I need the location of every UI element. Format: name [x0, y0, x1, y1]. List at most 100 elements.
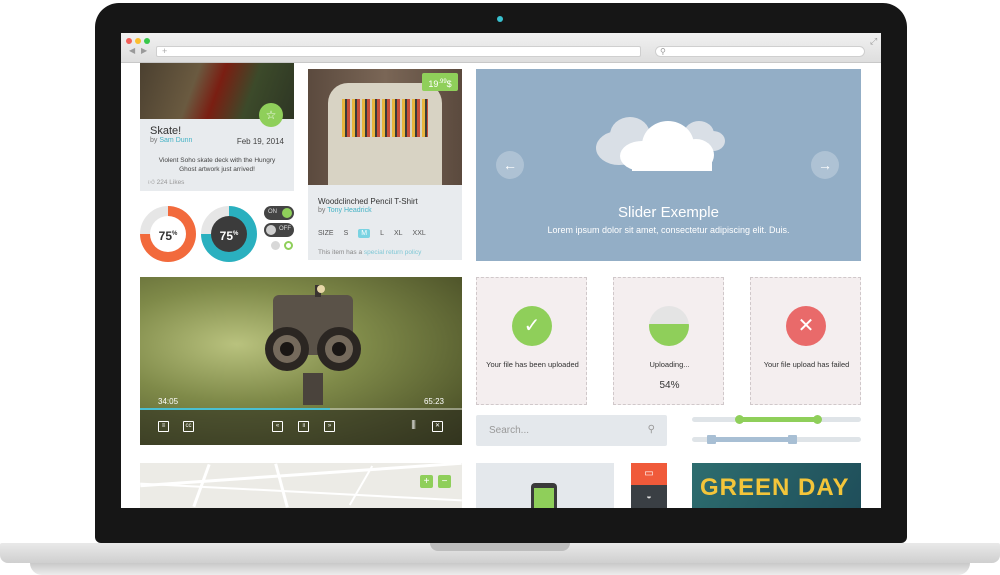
progress-donut-orange: 75%	[140, 206, 196, 262]
laptop-notch	[430, 543, 570, 551]
upload-percent: 54%	[659, 380, 680, 391]
size-option-xl[interactable]: XL	[394, 230, 403, 237]
back-arrow-icon[interactable]: ◀	[129, 46, 135, 55]
upload-progress-icon	[649, 306, 689, 346]
size-option-l[interactable]: L	[380, 230, 384, 237]
pencil-print	[342, 99, 428, 137]
map-zoom-out-button[interactable]: −	[438, 475, 451, 488]
fast-forward-icon[interactable]: »	[324, 421, 335, 432]
album-title: GREEN DAY	[700, 474, 850, 501]
card-title: Skate!	[150, 125, 182, 137]
author-link[interactable]: Sam Dunn	[159, 137, 192, 144]
fullscreen-icon[interactable]: ⤢	[870, 36, 877, 47]
browser-toolbar: ◀ ▶ + ⚲ ⤢	[121, 33, 881, 63]
phone-screen	[534, 488, 554, 508]
range-fill	[710, 437, 792, 442]
skate-card: ☆ Skate! by Sam Dunn Feb 19, 2014 Violen…	[140, 63, 294, 191]
search-placeholder: Search...	[489, 425, 530, 436]
ui-kit-canvas: ☆ Skate! by Sam Dunn Feb 19, 2014 Violen…	[121, 63, 881, 508]
slider-title: Slider Exemple	[618, 204, 719, 221]
toggle-on[interactable]: ON	[264, 206, 294, 220]
donut-unit: %	[233, 231, 239, 237]
slider-subtitle: Lorem ipsum dolor sit amet, consectetur …	[547, 225, 790, 235]
search-icon: ⚲	[647, 424, 655, 435]
toggle-off[interactable]: OFF	[264, 223, 294, 237]
playlist-icon[interactable]: ≡	[158, 421, 169, 432]
minimize-window-dot[interactable]	[135, 38, 141, 44]
map-road	[140, 482, 462, 502]
browser-search-field[interactable]: ⚲	[655, 46, 865, 57]
price-cents: .99	[438, 79, 447, 85]
favorite-star-button[interactable]: ☆	[259, 103, 283, 127]
desktop-icon[interactable]: ▭	[631, 463, 667, 485]
by-prefix: by	[318, 207, 326, 214]
subtitles-icon[interactable]: cc	[183, 421, 194, 432]
product-title: Woodclinched Pencil T-Shirt	[318, 197, 418, 206]
donut-center: 75%	[211, 216, 247, 252]
donut-center: 75%	[150, 216, 186, 252]
radio-unselected[interactable]	[271, 241, 280, 250]
card-date: Feb 19, 2014	[236, 137, 284, 146]
price-whole: 19	[428, 79, 439, 89]
price-tag: 19.99$	[422, 73, 458, 91]
video-player[interactable]: 34:05 65:23 ≡ cc « ॥ » ⫼ ✕	[140, 277, 462, 445]
address-bar[interactable]: +	[156, 46, 641, 57]
image-slider: ← → Slider Exemple Lorem ipsum dolor sit…	[476, 69, 861, 261]
webcam	[497, 16, 503, 22]
search-field[interactable]: Search... ⚲	[476, 415, 667, 446]
size-option-s[interactable]: S	[344, 230, 349, 237]
album-cover[interactable]: GREEN DAY	[692, 463, 861, 508]
range-slider-blue[interactable]	[692, 435, 861, 444]
maximize-window-dot[interactable]	[144, 38, 150, 44]
close-video-icon[interactable]: ✕	[432, 421, 443, 432]
map-widget[interactable]: + −	[140, 463, 462, 508]
toggle-off-label: OFF	[279, 226, 291, 232]
map-road	[140, 463, 462, 488]
donut-value: 75	[158, 229, 172, 243]
checkmark-icon: ✓	[512, 306, 552, 346]
range-thumb-high[interactable]	[787, 435, 797, 444]
toggle-knob	[266, 225, 276, 235]
thumbs-up-icon: 👍︎	[148, 179, 157, 186]
donut-value: 75	[219, 229, 233, 243]
toggle-on-label: ON	[268, 209, 277, 215]
return-policy-link[interactable]: special return policy	[364, 249, 421, 256]
range-thumb-high[interactable]	[813, 415, 823, 424]
range-thumb-low[interactable]	[706, 435, 716, 444]
cloud-front-base	[632, 155, 712, 171]
size-option-xxl[interactable]: XXL	[413, 230, 426, 237]
tshirt-card: 19.99$ Woodclinched Pencil T-Shirt by To…	[308, 69, 462, 260]
likes-count[interactable]: 👍︎ 224 Likes	[148, 178, 184, 186]
search-icon: ⚲	[660, 47, 666, 56]
card-author: by Sam Dunn	[150, 137, 192, 144]
upload-success-card: ✓ Your file has been uploaded	[476, 277, 587, 405]
price-currency: $	[446, 79, 452, 89]
equalizer-icon[interactable]: ⫼	[408, 421, 419, 432]
radio-selected[interactable]	[284, 241, 293, 250]
upload-status-text: Uploading...	[649, 360, 690, 369]
map-zoom-in-button[interactable]: +	[420, 475, 433, 488]
range-thumb-low[interactable]	[735, 415, 745, 424]
range-slider-green[interactable]	[692, 415, 861, 424]
upload-failed-card: ✕ Your file upload has failed	[750, 277, 861, 405]
phone-icon	[531, 483, 557, 508]
video-total-time: 65:23	[423, 397, 444, 406]
slider-next-button[interactable]: →	[811, 151, 839, 179]
video-controls: ≡ cc « ॥ » ⫼ ✕	[140, 410, 462, 445]
by-prefix: by	[150, 137, 158, 144]
forward-arrow-icon[interactable]: ▶	[141, 46, 147, 55]
size-option-m[interactable]: M	[358, 229, 371, 238]
tablet-icon[interactable]: ◒	[631, 485, 667, 508]
robot-frame	[265, 285, 361, 405]
pause-icon[interactable]: ॥	[298, 421, 309, 432]
author-link[interactable]: Tony Headrick	[327, 207, 371, 214]
cross-icon: ✕	[786, 306, 826, 346]
close-window-dot[interactable]	[126, 38, 132, 44]
slider-prev-button[interactable]: ←	[496, 151, 524, 179]
card-description: Violent Soho skate deck with the Hungry …	[158, 157, 276, 173]
size-label: SIZE	[318, 230, 334, 237]
return-policy-note: This item has a special return policy	[318, 249, 421, 256]
upload-status-text: Your file upload has failed	[763, 360, 850, 369]
map-road	[274, 463, 289, 508]
rewind-icon[interactable]: «	[272, 421, 283, 432]
